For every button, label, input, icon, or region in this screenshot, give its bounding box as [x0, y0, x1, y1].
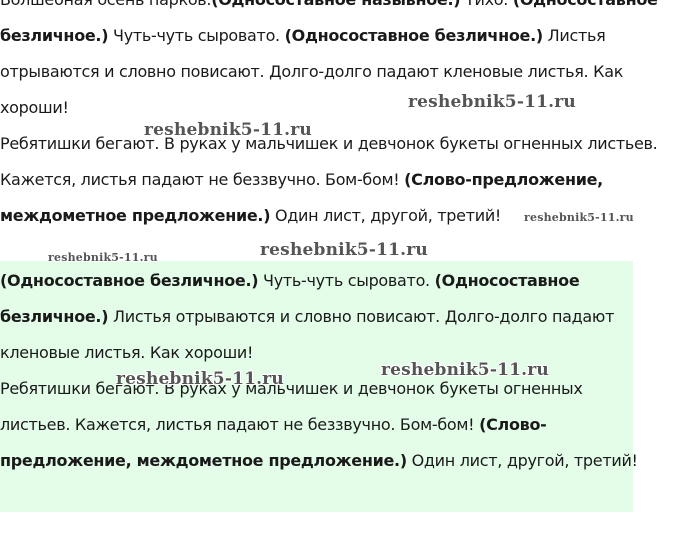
text-segment: Листья [542, 26, 606, 45]
watermark: reshebnik5-11.ru [381, 360, 549, 380]
bold-annotation: (Односоставное [513, 0, 658, 9]
bold-annotation: междометное предложение.) [0, 206, 271, 225]
text-line: безличное.) Листья отрываются и словно п… [0, 299, 633, 335]
text-line: (Односоставное безличное.) Чуть-чуть сыр… [0, 263, 633, 299]
text-segment: Чуть-чуть сыровато. [108, 26, 285, 45]
bold-annotation: предложение, междометное предложение.) [0, 451, 407, 470]
text-line: отрываются и словно повисают. Долго-долг… [0, 54, 680, 90]
bold-annotation: (Односоставное назывное.) [211, 0, 460, 9]
text-segment: Ребятишки бегают. В руках у мальчишек и … [0, 134, 658, 153]
text-line: предложение, междометное предложение.) О… [0, 443, 638, 479]
watermark: reshebnik5-11.ru [48, 251, 158, 264]
watermark: reshebnik5-11.ru [116, 369, 284, 389]
text-segment: отрываются и словно повисают. Долго-долг… [0, 62, 624, 81]
text-segment: Волшебная осень парков. [0, 0, 212, 9]
bold-annotation: (Слово-предложение, [404, 170, 603, 189]
text-segment: хороши! [0, 98, 69, 117]
bold-annotation: (Односоставное безличное.) [284, 26, 544, 45]
watermark: reshebnik5-11.ru [144, 120, 312, 140]
text-line: Волшебная осень парков.(Односоставное на… [0, 0, 680, 18]
text-segment: Чуть-чуть сыровато. [258, 271, 435, 290]
bold-annotation: безличное.) [0, 307, 109, 326]
text-segment: Кажется, листья падают не беззвучно. Бом… [0, 170, 405, 189]
text-segment: Один лист, другой, третий! [406, 451, 638, 470]
watermark: reshebnik5-11.ru [408, 92, 576, 112]
bold-annotation: (Односоставное [434, 271, 580, 290]
text-segment: Один лист, другой, третий! [270, 206, 502, 225]
text-segment: Листья отрываются и словно повисают. Дол… [108, 307, 615, 326]
text-line: безличное.) Чуть-чуть сыровато. (Односос… [0, 18, 680, 54]
text-segment: Ребятишки бегают. В руках у мальчишек и … [0, 379, 583, 398]
text-segment: листьев. Кажется, листья падают не беззв… [0, 415, 480, 434]
bold-annotation: (Односоставное безличное.) [0, 271, 259, 290]
text-line: Ребятишки бегают. В руках у мальчишек и … [0, 126, 680, 162]
watermark: reshebnik5-11.ru [524, 211, 634, 224]
text-line: Кажется, листья падают не беззвучно. Бом… [0, 162, 680, 198]
text-line: листьев. Кажется, листья падают не беззв… [0, 407, 633, 443]
text-segment: Тихо. [460, 0, 513, 9]
watermark: reshebnik5-11.ru [260, 240, 428, 260]
text-line: хороши! [0, 90, 680, 126]
bold-annotation: (Слово- [479, 415, 547, 434]
text-block-original: Волшебная осень парков.(Односоставное на… [0, 0, 680, 234]
text-segment: кленовые листья. Как хороши! [0, 343, 254, 362]
bold-annotation: безличное.) [0, 26, 109, 45]
